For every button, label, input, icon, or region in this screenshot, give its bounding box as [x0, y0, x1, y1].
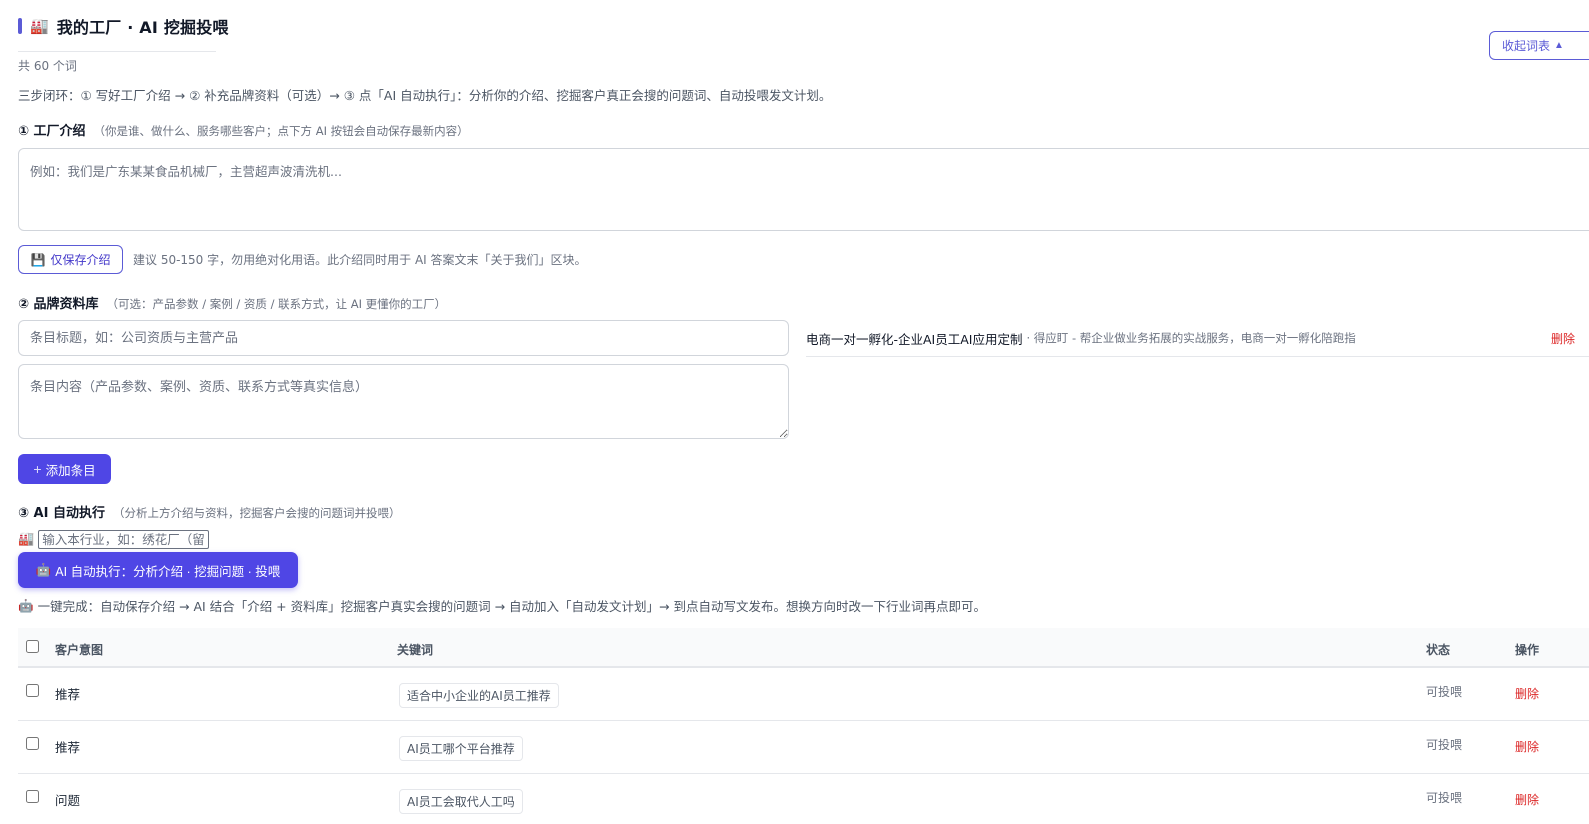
row-status: 可投喂	[1426, 791, 1463, 805]
table-row: 推荐 AI员工哪个平台推荐 可投喂 删除	[18, 721, 1589, 774]
brand-item-desc: · 得应盯 - 帮企业做业务拓展的实战服务，电商一对一孵化陪跑指	[1026, 331, 1356, 345]
chevron-up-icon: ▲	[1554, 40, 1564, 51]
select-all-checkbox[interactable]	[26, 640, 39, 653]
page-header: 🏭 我的工厂 · AI 挖掘投喂	[18, 14, 229, 38]
header-action: 操作	[1515, 643, 1540, 657]
section-title: ② 品牌资料库	[18, 297, 99, 312]
save-intro-label: 仅保存介绍	[50, 253, 111, 267]
page-title: 我的工厂 · AI 挖掘投喂	[56, 18, 229, 37]
row-checkbox[interactable]	[26, 790, 39, 803]
header-keyword: 关键词	[397, 643, 434, 657]
row-status: 可投喂	[1426, 738, 1463, 752]
collapse-wordlist-button[interactable]: 收起词表 ▲	[1489, 31, 1589, 60]
brand-item-delete-button[interactable]: 删除	[1551, 330, 1575, 347]
robot-icon: 🤖	[18, 597, 34, 613]
section-hint: （你是谁、做什么、服务哪些客户；点下方 AI 按钮会自动保存最新内容）	[93, 124, 469, 138]
row-keyword-tag: AI员工哪个平台推荐	[399, 736, 523, 761]
row-delete-button[interactable]: 删除	[1515, 791, 1539, 808]
keyword-table: 客户意图 关键词 状态 操作 推荐 适合中小企业的AI员工推荐 可投喂 删除 推…	[18, 628, 1589, 824]
save-intro-hint: 建议 50-150 字，勿用绝对化用语。此介绍同时用于 AI 答案文末「关于我们…	[133, 253, 587, 267]
row-intent: 问题	[55, 793, 81, 808]
header-intent: 客户意图	[55, 643, 104, 657]
row-keyword-tag: 适合中小企业的AI员工推荐	[399, 683, 559, 708]
collapse-wordlist-label: 收起词表	[1502, 39, 1551, 53]
brand-item-name: 电商一对一孵化-企业AI员工AI应用定制	[806, 331, 1023, 347]
section-brand-library-title: ② 品牌资料库 （可选：产品参数 / 案例 / 资质 / 联系方式，让 AI 更…	[18, 293, 446, 312]
row-checkbox[interactable]	[26, 684, 39, 697]
ai-run-note-text: 一键完成：自动保存介绍 → AI 结合「介绍 + 资料库」挖掘客户真实会搜的问题…	[37, 599, 987, 614]
section-title: ① 工厂介绍	[18, 124, 86, 139]
add-brand-item-label: 添加条目	[45, 463, 96, 478]
section-factory-intro-title: ① 工厂介绍 （你是谁、做什么、服务哪些客户；点下方 AI 按钮会自动保存最新内…	[18, 120, 469, 139]
add-brand-item-button[interactable]: + 添加条目	[18, 454, 111, 484]
table-row: 推荐 适合中小企业的AI员工推荐 可投喂 删除	[18, 668, 1589, 721]
robot-icon: 🤖	[35, 562, 52, 577]
table-row: 问题 AI员工会取代人工吗 可投喂 删除	[18, 774, 1589, 824]
brand-item: 电商一对一孵化-企业AI员工AI应用定制 · 得应盯 - 帮企业做业务拓展的实战…	[806, 320, 1589, 357]
row-delete-button[interactable]: 删除	[1515, 685, 1539, 702]
industry-input[interactable]	[38, 530, 210, 549]
title-divider	[18, 51, 216, 52]
brand-item-title-input[interactable]	[18, 320, 789, 356]
workflow-intro: 三步闭环：① 写好工厂介绍 → ② 补充品牌资料（可选）→ ③ 点「AI 自动执…	[18, 88, 832, 103]
row-keyword-tag: AI员工会取代人工吗	[399, 789, 523, 814]
row-intent: 推荐	[55, 740, 81, 755]
brand-item-content-textarea[interactable]	[18, 364, 789, 439]
row-delete-button[interactable]: 删除	[1515, 738, 1539, 755]
factory-icon: 🏭	[30, 16, 49, 35]
plus-icon: +	[33, 461, 42, 477]
ai-run-button[interactable]: 🤖 AI 自动执行：分析介绍 · 挖掘问题 · 投喂	[18, 552, 298, 588]
header-status: 状态	[1426, 643, 1451, 657]
row-status: 可投喂	[1426, 685, 1463, 699]
section-hint: （分析上方介绍与资料，挖掘客户会搜的问题词并投喂）	[112, 506, 401, 520]
ai-run-note: 🤖 一键完成：自动保存介绍 → AI 结合「介绍 + 资料库」挖掘客户真实会搜的…	[18, 596, 986, 615]
row-intent: 推荐	[55, 687, 81, 702]
industry-row: 🏭	[18, 530, 210, 549]
save-icon: 💾	[30, 252, 46, 267]
row-checkbox[interactable]	[26, 737, 39, 750]
factory-intro-textarea[interactable]	[18, 148, 1589, 231]
word-count: 共 60 个词	[18, 59, 77, 73]
section-title: ③ AI 自动执行	[18, 506, 105, 521]
table-header: 客户意图 关键词 状态 操作	[18, 628, 1589, 668]
section-hint: （可选：产品参数 / 案例 / 资质 / 联系方式，让 AI 更懂你的工厂）	[106, 297, 447, 311]
save-intro-button[interactable]: 💾 仅保存介绍	[18, 245, 123, 274]
factory-icon: 🏭	[18, 532, 35, 547]
accent-bar	[18, 18, 22, 34]
section-ai-run-title: ③ AI 自动执行 （分析上方介绍与资料，挖掘客户会搜的问题词并投喂）	[18, 502, 400, 521]
ai-run-label: AI 自动执行：分析介绍 · 挖掘问题 · 投喂	[55, 564, 281, 579]
